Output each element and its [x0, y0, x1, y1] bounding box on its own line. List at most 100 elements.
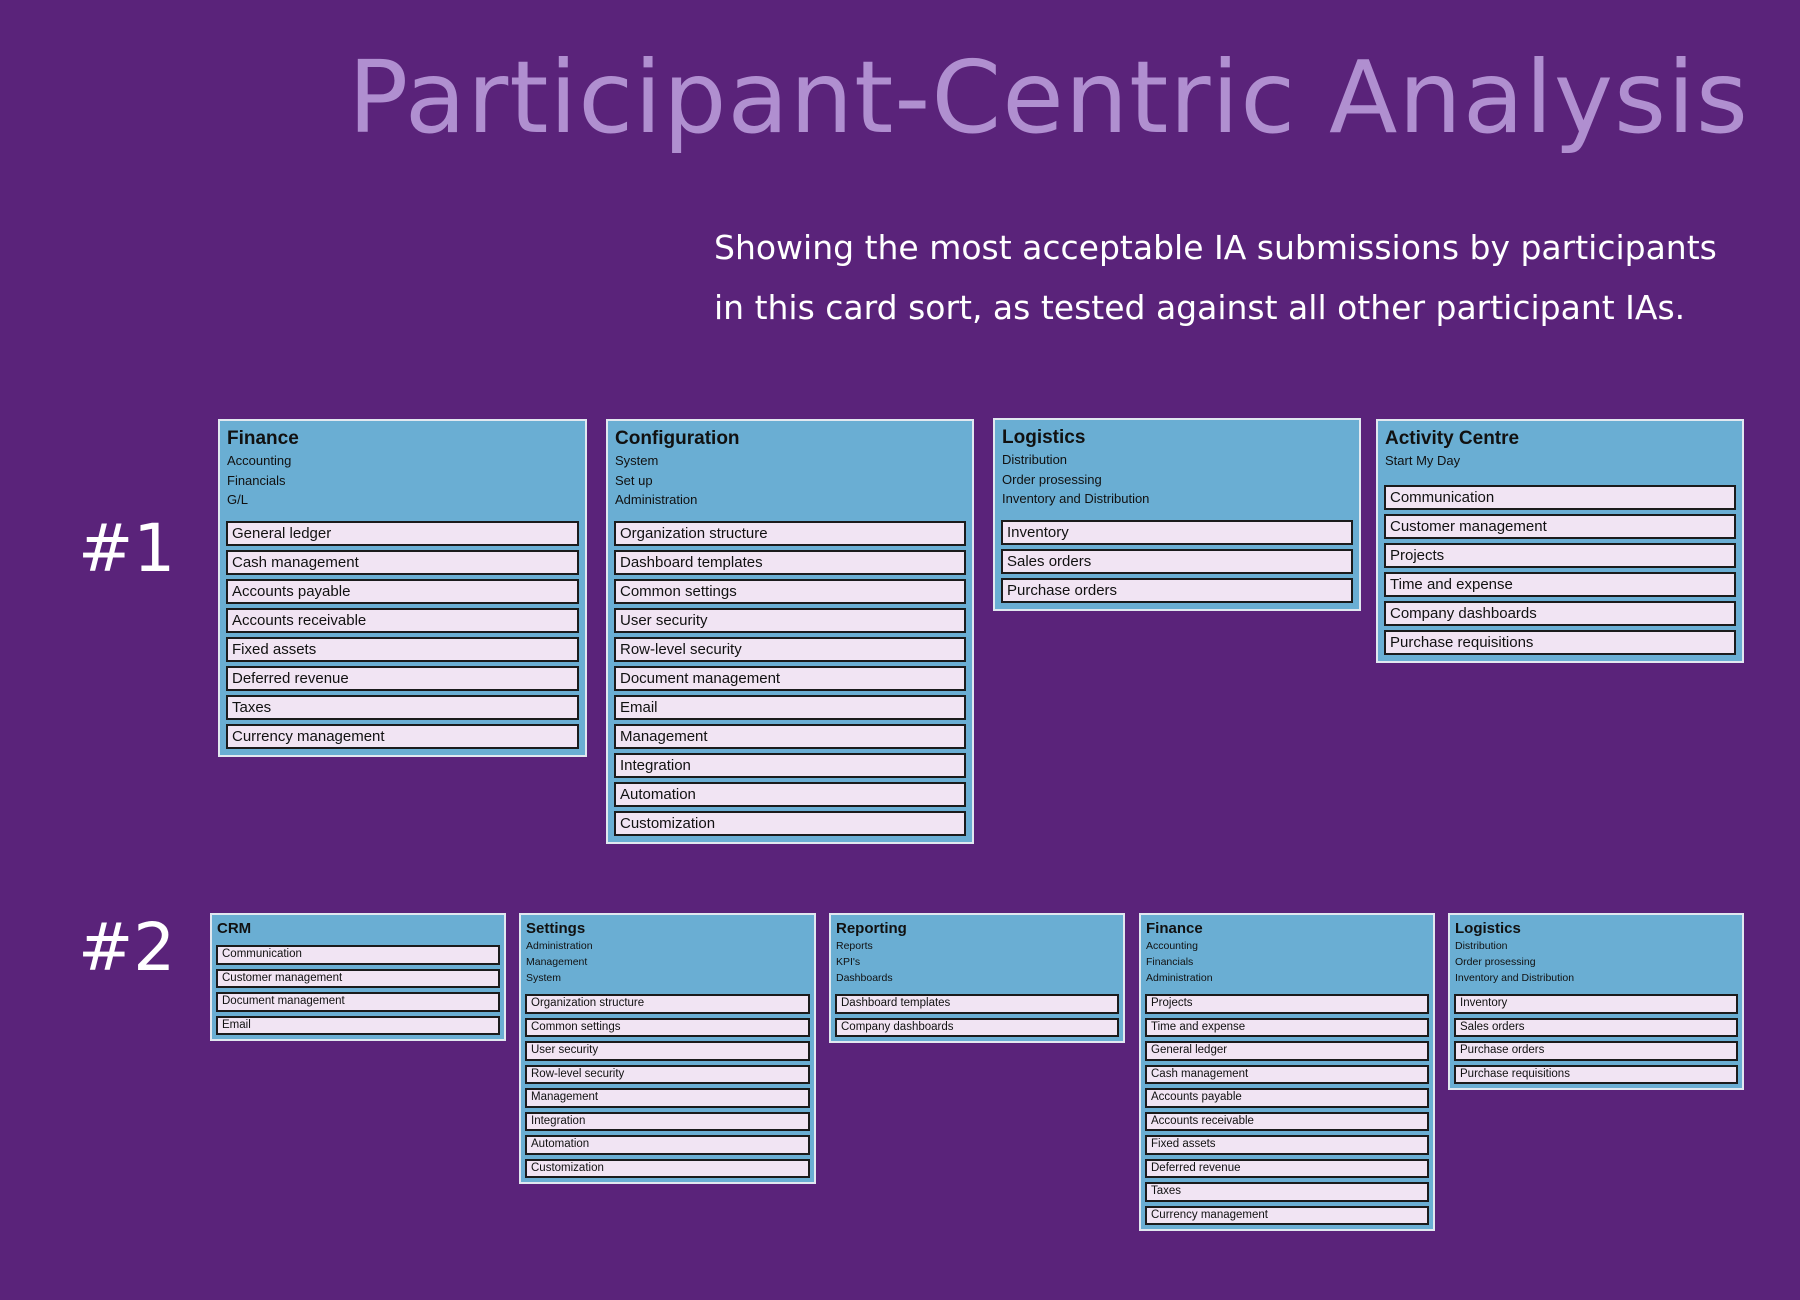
- card[interactable]: Taxes: [1145, 1182, 1429, 1202]
- group-subtitle: G/L: [227, 492, 248, 507]
- card[interactable]: Purchase requisitions: [1384, 629, 1736, 655]
- card[interactable]: Currency management: [226, 723, 579, 749]
- card[interactable]: Inventory: [1454, 994, 1738, 1014]
- card[interactable]: Currency management: [1145, 1205, 1429, 1225]
- group-subtitle: Administration: [615, 492, 698, 507]
- card[interactable]: Purchase orders: [1454, 1041, 1738, 1061]
- card[interactable]: Common settings: [525, 1017, 810, 1037]
- group-title: Finance: [1146, 920, 1203, 937]
- card[interactable]: Deferred revenue: [226, 665, 579, 691]
- card[interactable]: Document management: [216, 992, 500, 1012]
- card-list: General ledger Cash management Accounts …: [226, 520, 579, 749]
- group-title: Reporting: [836, 920, 907, 937]
- group-title: Finance: [227, 428, 299, 449]
- card[interactable]: Sales orders: [1001, 548, 1353, 574]
- card[interactable]: Document management: [614, 665, 966, 691]
- card[interactable]: General ledger: [1145, 1041, 1429, 1061]
- card-list: Organization structure Common settings U…: [525, 994, 810, 1178]
- page-subtitle: Showing the most acceptable IA submissio…: [714, 218, 1754, 338]
- card[interactable]: Purchase orders: [1001, 577, 1353, 603]
- group-title: Logistics: [1002, 427, 1086, 448]
- card[interactable]: Cash management: [1145, 1064, 1429, 1084]
- group-subtitle: Dashboards: [836, 972, 893, 984]
- card[interactable]: Company dashboards: [1384, 600, 1736, 626]
- card[interactable]: Sales orders: [1454, 1017, 1738, 1037]
- card[interactable]: Email: [614, 694, 966, 720]
- card[interactable]: Integration: [525, 1111, 810, 1131]
- card[interactable]: Automation: [614, 781, 966, 807]
- card[interactable]: Organization structure: [614, 520, 966, 546]
- card[interactable]: General ledger: [226, 520, 579, 546]
- card[interactable]: Communication: [216, 945, 500, 965]
- group-reporting: Reporting Reports KPI's Dashboards Dashb…: [829, 913, 1125, 1043]
- group-subtitle: Start My Day: [1385, 453, 1461, 468]
- card[interactable]: Time and expense: [1145, 1017, 1429, 1037]
- group-subtitle: KPI's: [836, 956, 861, 968]
- card[interactable]: Integration: [614, 752, 966, 778]
- card[interactable]: Accounts payable: [226, 578, 579, 604]
- card[interactable]: Communication: [1384, 484, 1736, 510]
- group-finance: Finance Accounting Financials G/L Genera…: [218, 419, 587, 757]
- card[interactable]: Inventory: [1001, 519, 1353, 545]
- group-subtitle: System: [526, 972, 562, 984]
- card[interactable]: Time and expense: [1384, 571, 1736, 597]
- card-list: Communication Customer management Docume…: [216, 945, 500, 1035]
- card[interactable]: Common settings: [614, 578, 966, 604]
- card[interactable]: Email: [216, 1015, 500, 1035]
- card[interactable]: Automation: [525, 1135, 810, 1155]
- card[interactable]: Customer management: [1384, 513, 1736, 539]
- card[interactable]: Accounts payable: [1145, 1088, 1429, 1108]
- group-subtitle: Accounting: [227, 453, 292, 468]
- card[interactable]: Projects: [1145, 994, 1429, 1014]
- row-label-2: #2: [78, 909, 176, 986]
- group-title: Configuration: [615, 428, 740, 449]
- group-subtitle: Accounting: [1146, 940, 1198, 952]
- group-subtitle: Financials: [227, 472, 286, 488]
- group-configuration: Configuration System Set up Administrati…: [606, 419, 974, 844]
- card[interactable]: Organization structure: [525, 994, 810, 1014]
- card[interactable]: Customer management: [216, 968, 500, 988]
- card[interactable]: User security: [614, 607, 966, 633]
- card[interactable]: Fixed assets: [226, 636, 579, 662]
- card-list: Communication Customer management Projec…: [1384, 484, 1736, 655]
- card[interactable]: Customization: [525, 1158, 810, 1178]
- card[interactable]: Company dashboards: [835, 1017, 1119, 1037]
- card-list: Inventory Sales orders Purchase orders: [1001, 519, 1353, 603]
- group-logistics-2: Logistics Distribution Order prosessing …: [1448, 913, 1744, 1090]
- group-subtitle: Distribution: [1455, 940, 1508, 952]
- group-subtitle: Financials: [1146, 956, 1194, 968]
- card[interactable]: Management: [525, 1088, 810, 1108]
- card[interactable]: Cash management: [226, 549, 579, 575]
- card[interactable]: User security: [525, 1041, 810, 1061]
- card[interactable]: Taxes: [226, 694, 579, 720]
- card[interactable]: Accounts receivable: [1145, 1111, 1429, 1131]
- card[interactable]: Deferred revenue: [1145, 1158, 1429, 1178]
- card[interactable]: Customization: [614, 810, 966, 836]
- group-activity-centre: Activity Centre Start My Day Communicati…: [1376, 419, 1744, 663]
- card[interactable]: Purchase requisitions: [1454, 1064, 1738, 1084]
- row-label-1: #1: [78, 510, 176, 587]
- card[interactable]: Dashboard templates: [614, 549, 966, 575]
- group-finance-2: Finance Accounting Financials Administra…: [1139, 913, 1435, 1231]
- group-subtitle: Reports: [836, 940, 873, 952]
- group-subtitle: Inventory and Distribution: [1455, 972, 1575, 984]
- group-subtitle: Management: [526, 956, 588, 968]
- group-subtitle: Administration: [1146, 972, 1213, 984]
- group-crm: CRM Communication Customer management Do…: [210, 913, 506, 1041]
- group-subtitle: Order prosessing: [1455, 956, 1536, 968]
- card[interactable]: Accounts receivable: [226, 607, 579, 633]
- group-subtitle: Administration: [526, 940, 593, 952]
- group-subtitle: System: [615, 453, 659, 468]
- card[interactable]: Management: [614, 723, 966, 749]
- card[interactable]: Dashboard templates: [835, 994, 1119, 1014]
- group-subtitle: Inventory and Distribution: [1002, 491, 1150, 506]
- card-list: Dashboard templates Company dashboards: [835, 994, 1119, 1037]
- card[interactable]: Fixed assets: [1145, 1135, 1429, 1155]
- subtitle-line-1: Showing the most acceptable IA submissio…: [714, 228, 1717, 267]
- card[interactable]: Projects: [1384, 542, 1736, 568]
- group-title: Settings: [526, 920, 586, 937]
- group-logistics: Logistics Distribution Order prosessing …: [993, 418, 1361, 611]
- card[interactable]: Row-level security: [525, 1064, 810, 1084]
- group-title: Activity Centre: [1385, 428, 1520, 449]
- card[interactable]: Row-level security: [614, 636, 966, 662]
